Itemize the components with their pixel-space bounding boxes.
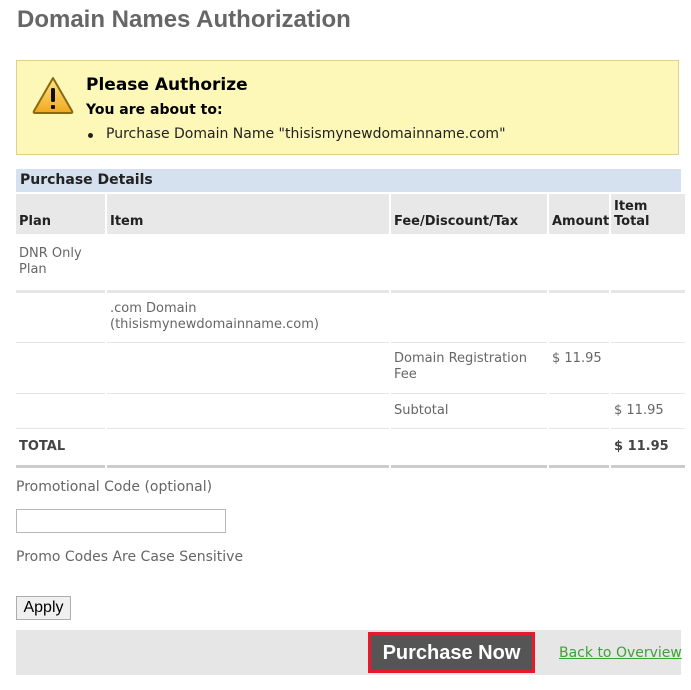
- column-header-item: Item: [107, 194, 389, 234]
- cell-amount: $ 11.95: [549, 343, 609, 394]
- cell-fee: [391, 293, 547, 343]
- cell-amount: [549, 234, 609, 293]
- promo-code-label: Promotional Code (optional): [16, 479, 213, 495]
- cell-fee: Subtotal: [391, 394, 547, 429]
- promo-case-hint: Promo Codes Are Case Sensitive: [16, 549, 244, 565]
- promo-code-input[interactable]: [16, 509, 226, 533]
- total-value: $ 11.95: [611, 429, 685, 468]
- table-row: .com Domain (thisismynewdomainname.com): [16, 293, 685, 343]
- purchase-details-heading: Purchase Details: [16, 169, 681, 192]
- alert-action-item: Purchase Domain Name "thisismynewdomainn…: [87, 126, 506, 142]
- table-row: Domain Registration Fee $ 11.95: [16, 343, 685, 394]
- cell-fee: Domain Registration Fee: [391, 343, 547, 394]
- alert-title: Please Authorize: [86, 75, 248, 95]
- cell-amount: [549, 293, 609, 343]
- column-header-item-total: Item Total: [611, 194, 685, 234]
- cell-item-total: [611, 343, 685, 394]
- cell-fee: [391, 234, 547, 293]
- table-row: DNR Only Plan: [16, 234, 685, 293]
- purchase-now-button[interactable]: Purchase Now: [368, 632, 535, 673]
- total-label: TOTAL: [16, 429, 105, 468]
- cell-plan: [16, 394, 105, 429]
- column-header-amount: Amount: [549, 194, 609, 234]
- column-header-fee: Fee/Discount/Tax: [391, 194, 547, 234]
- cell-plan: [16, 343, 105, 394]
- cell-item-total: [611, 293, 685, 343]
- cell-item: [107, 343, 389, 394]
- cell-item-total: [611, 234, 685, 293]
- cell-plan: [16, 293, 105, 343]
- cell-item: .com Domain (thisismynewdomainname.com): [107, 293, 389, 343]
- warning-triangle-icon: [31, 75, 75, 115]
- cell-item-total: $ 11.95: [611, 394, 685, 429]
- apply-button[interactable]: Apply: [16, 596, 71, 620]
- table-header-row: Plan Item Fee/Discount/Tax Amount Item T…: [16, 194, 685, 234]
- alert-subtitle: You are about to:: [86, 102, 223, 118]
- cell-amount: [549, 394, 609, 429]
- total-row: TOTAL $ 11.95: [16, 429, 685, 468]
- column-header-plan: Plan: [16, 194, 105, 234]
- back-to-overview-link[interactable]: Back to Overview: [559, 645, 682, 661]
- authorization-alert: Please Authorize You are about to: Purch…: [16, 60, 679, 155]
- cell-item: [107, 234, 389, 293]
- purchase-details-table: Plan Item Fee/Discount/Tax Amount Item T…: [14, 194, 687, 468]
- page-title: Domain Names Authorization: [17, 6, 351, 33]
- table-row: Subtotal $ 11.95: [16, 394, 685, 429]
- alert-action-list: Purchase Domain Name "thisismynewdomainn…: [87, 126, 506, 142]
- cell-item: [107, 394, 389, 429]
- cell-plan: DNR Only Plan: [16, 234, 105, 293]
